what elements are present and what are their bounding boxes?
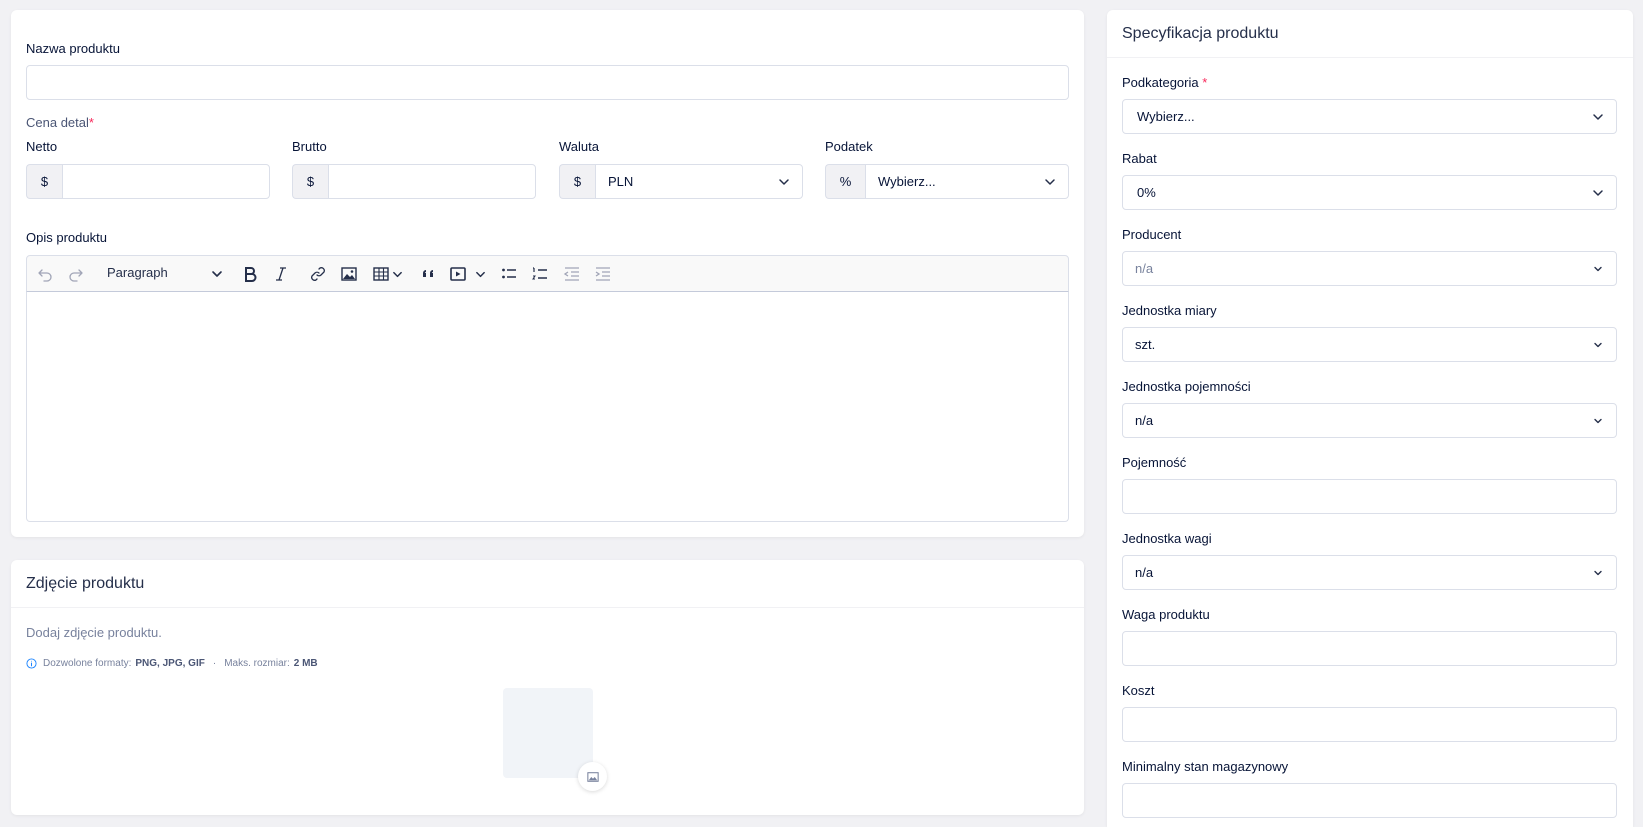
max-size-prefix: Maks. rozmiar: (224, 658, 290, 669)
net-currency-addon: $ (26, 164, 62, 199)
cost-input[interactable] (1122, 707, 1617, 742)
net-price-label: Netto (26, 139, 58, 154)
gross-price-input[interactable] (328, 164, 536, 199)
tax-label: Podatek (825, 139, 873, 154)
bold-icon[interactable] (241, 265, 259, 283)
required-asterisk: * (1202, 75, 1208, 90)
chevron-down-icon (1594, 342, 1602, 347)
media-embed-icon[interactable] (449, 265, 467, 283)
description-label: Opis produktu (26, 230, 107, 245)
weight-input[interactable] (1122, 631, 1617, 666)
chevron-down-icon[interactable] (475, 269, 486, 280)
gross-price-label: Brutto (292, 139, 327, 154)
formats-value: PNG, JPG, GIF (135, 658, 205, 669)
chevron-down-icon[interactable] (392, 269, 403, 280)
min-stock-input[interactable] (1122, 783, 1617, 818)
hint-separator: · (212, 658, 217, 669)
tax-select[interactable]: Wybierz... (865, 164, 1069, 199)
chevron-down-icon (212, 271, 222, 277)
spec-card-title: Specyfikacja produktu (1122, 25, 1279, 42)
unit-label: Jednostka miary (1122, 303, 1217, 318)
retail-price-label-text: Cena detal (26, 115, 89, 130)
product-name-input[interactable] (26, 65, 1069, 100)
image-icon[interactable] (340, 265, 358, 283)
capacity-unit-label: Jednostka pojemności (1122, 379, 1251, 394)
subcategory-label: Podkategoria * (1122, 75, 1207, 90)
unit-value: szt. (1135, 337, 1156, 352)
max-size-value: 2 MB (293, 658, 318, 669)
italic-icon[interactable] (272, 265, 290, 283)
tax-value: Wybierz... (878, 174, 936, 189)
tax-group: % Wybierz... (825, 164, 1069, 199)
outdent-icon[interactable] (563, 265, 581, 283)
table-icon[interactable] (372, 265, 390, 283)
photo-card-divider (11, 607, 1084, 608)
description-editor[interactable] (26, 291, 1069, 522)
tax-percent-addon: % (825, 164, 865, 199)
paragraph-style-value: Paragraph (107, 265, 168, 280)
spec-card-divider (1107, 57, 1633, 58)
discount-value: 0% (1137, 185, 1156, 200)
chevron-down-icon (1594, 570, 1602, 575)
photo-hint: Dozwolone formaty: PNG, JPG, GIF · Maks.… (26, 658, 318, 669)
upload-photo-button[interactable] (578, 762, 607, 791)
indent-icon[interactable] (594, 265, 612, 283)
image-icon (586, 771, 599, 782)
producer-value: n/a (1135, 261, 1154, 276)
photo-card-title: Zdjęcie produktu (26, 575, 145, 592)
unit-select[interactable]: szt. (1122, 327, 1617, 362)
currency-select[interactable]: PLN (595, 164, 803, 199)
formats-prefix: Dozwolone formaty: (43, 658, 132, 669)
discount-label: Rabat (1122, 151, 1157, 166)
info-icon (26, 658, 37, 669)
net-price-input[interactable] (62, 164, 270, 199)
chevron-down-icon (1594, 418, 1602, 423)
currency-value: PLN (608, 174, 634, 189)
required-asterisk: * (88, 115, 94, 130)
capacity-unit-value: n/a (1135, 413, 1154, 428)
link-icon[interactable] (309, 265, 327, 283)
min-stock-label: Minimalny stan magazynowy (1122, 759, 1289, 774)
retail-price-label: Cena detal* (26, 115, 94, 130)
photo-instruction: Dodaj zdjęcie produktu. (26, 625, 162, 640)
currency-addon: $ (559, 164, 595, 199)
subcategory-value: Wybierz... (1137, 109, 1195, 124)
producer-select[interactable]: n/a (1122, 251, 1617, 286)
chevron-down-icon (1045, 178, 1055, 185)
capacity-unit-select[interactable]: n/a (1122, 403, 1617, 438)
paragraph-style-dropdown[interactable]: Paragraph (107, 265, 227, 283)
producer-label: Producent (1122, 227, 1182, 242)
redo-icon[interactable] (67, 265, 85, 283)
gross-currency-addon: $ (292, 164, 328, 199)
weight-unit-select[interactable]: n/a (1122, 555, 1617, 590)
chevron-down-icon (1594, 266, 1602, 271)
weight-unit-value: n/a (1135, 565, 1154, 580)
discount-select[interactable]: 0% (1122, 175, 1617, 210)
net-price-group: $ (26, 164, 270, 199)
editor-toolbar: Paragraph (26, 255, 1069, 292)
undo-icon[interactable] (36, 265, 54, 283)
chevron-down-icon (1593, 189, 1603, 196)
capacity-label: Pojemność (1122, 455, 1187, 470)
chevron-down-icon (1593, 113, 1603, 120)
currency-label: Waluta (559, 139, 599, 154)
weight-label: Waga produktu (1122, 607, 1210, 622)
subcategory-select[interactable]: Wybierz... (1122, 99, 1617, 134)
weight-unit-label: Jednostka wagi (1122, 531, 1212, 546)
product-name-label: Nazwa produktu (26, 41, 120, 56)
chevron-down-icon (779, 178, 789, 185)
bulleted-list-icon[interactable] (500, 265, 518, 283)
gross-price-group: $ (292, 164, 536, 199)
numbered-list-icon[interactable] (531, 265, 549, 283)
currency-group: $ PLN (559, 164, 803, 199)
subcategory-label-text: Podkategoria (1122, 75, 1199, 90)
cost-label: Koszt (1122, 683, 1155, 698)
capacity-input[interactable] (1122, 479, 1617, 514)
photo-placeholder[interactable] (503, 688, 593, 778)
blockquote-icon[interactable] (420, 265, 438, 283)
